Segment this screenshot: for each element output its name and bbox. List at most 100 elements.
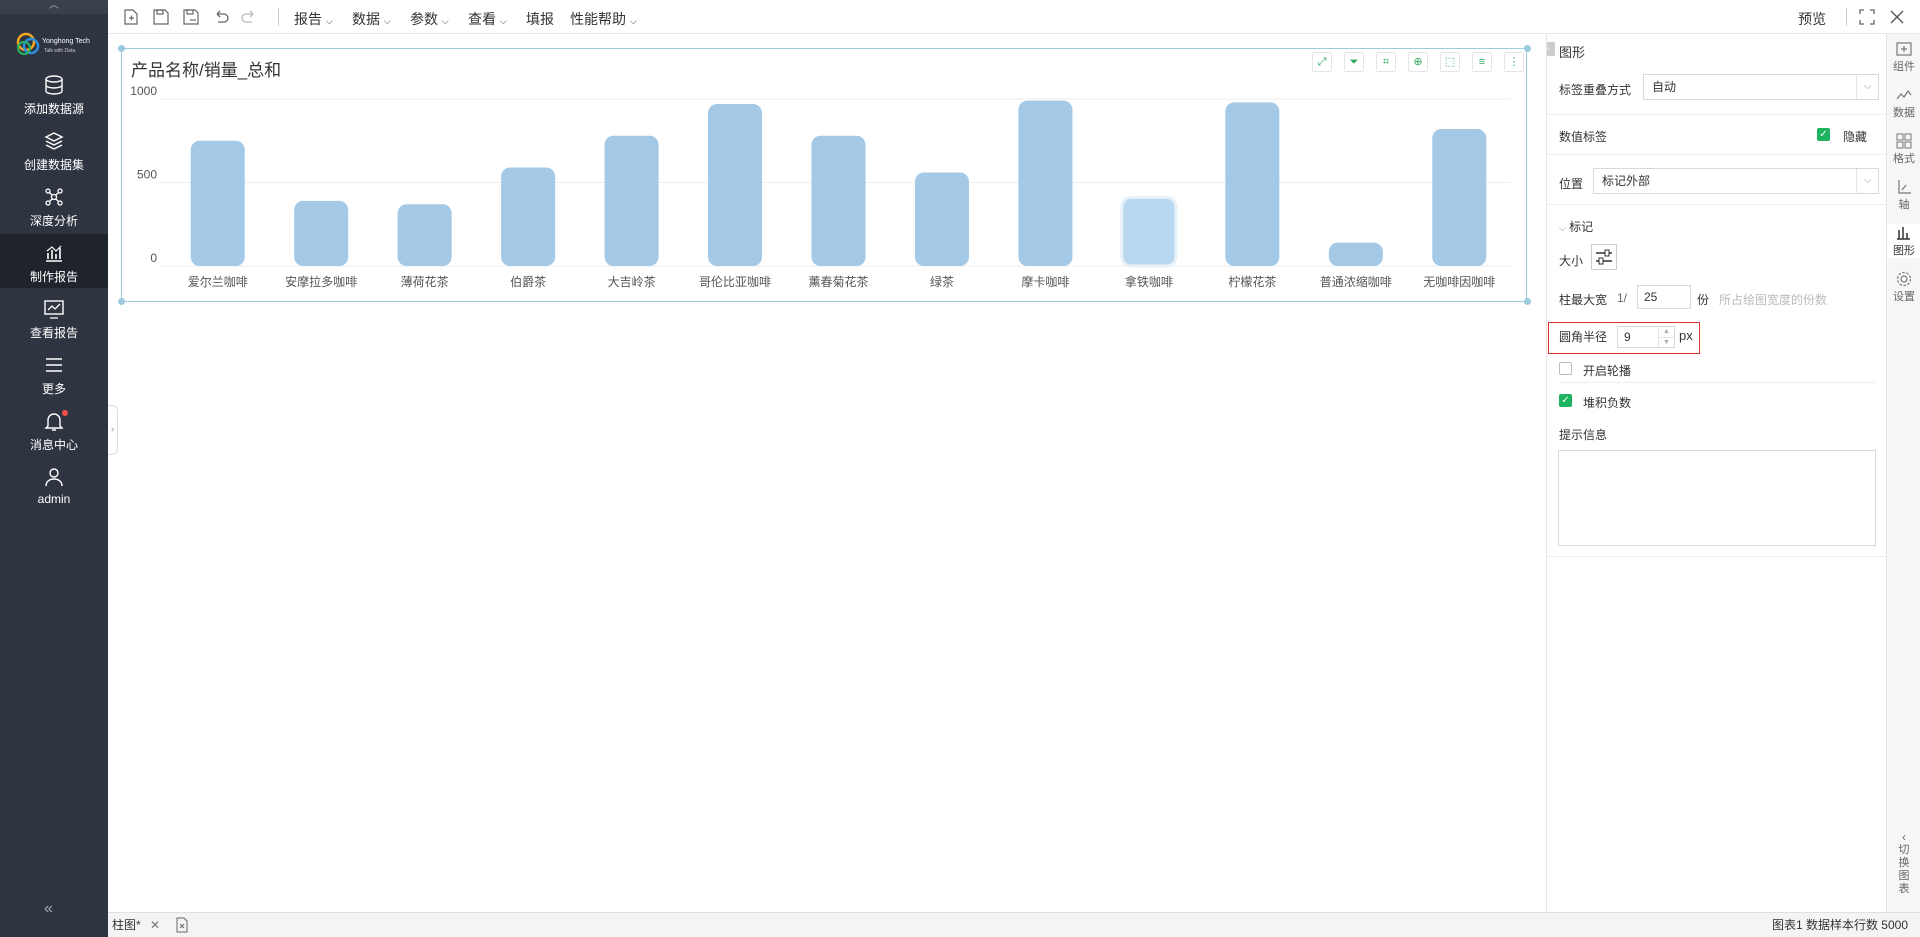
stack-negative-checkbox[interactable]: ✓	[1559, 394, 1572, 407]
nav-create-dataset[interactable]: 创建数据集	[0, 122, 108, 176]
bar[interactable]	[1432, 129, 1487, 266]
nav-label: 添加数据源	[23, 102, 84, 116]
x-tick-label: 柠檬花茶	[1228, 274, 1276, 289]
bar[interactable]	[190, 140, 245, 266]
tooltip-textarea[interactable]	[1558, 450, 1876, 546]
nav-label: 查看报告	[29, 326, 78, 340]
nav-more[interactable]: 更多	[0, 346, 108, 400]
carousel-checkbox[interactable]	[1559, 362, 1572, 375]
zoom-icon[interactable]: ⊕	[1408, 52, 1428, 72]
right-rail: 组件 数据 格式 轴 图形 设置 ‹ 切换图表	[1886, 34, 1920, 912]
more-options-icon[interactable]: ⋮	[1504, 52, 1524, 72]
grid-icon	[1896, 133, 1912, 149]
bar[interactable]	[708, 104, 763, 266]
list-icon[interactable]: ≡	[1472, 52, 1492, 72]
resize-handle[interactable]	[1524, 298, 1531, 305]
label-overlap-label: 标签重叠方式	[1559, 83, 1632, 97]
label-overlap-select[interactable]: 自动 ⌵	[1643, 74, 1879, 100]
bar[interactable]	[604, 135, 659, 266]
rail-settings[interactable]: 设置	[1887, 270, 1920, 304]
chevron-down-icon: ⌵	[383, 16, 391, 26]
collapse-marker-icon[interactable]: ›	[1547, 42, 1555, 56]
line-chart-icon	[1896, 89, 1912, 100]
bar[interactable]	[811, 135, 866, 266]
nav-message-center[interactable]: 消息中心	[0, 402, 108, 456]
nav-deep-analysis[interactable]: 深度分析	[0, 178, 108, 232]
size-slider-button[interactable]	[1591, 244, 1617, 270]
bar[interactable]	[294, 200, 349, 266]
rail-component[interactable]: 组件	[1887, 40, 1920, 74]
bar[interactable]	[501, 167, 556, 266]
hide-value-label-checkbox[interactable]: ✓	[1817, 128, 1830, 141]
x-tick-label: 安摩拉多咖啡	[285, 274, 357, 289]
marker-section-toggle[interactable]: ⌵ 标记	[1559, 218, 1593, 235]
rail-data[interactable]: 数据	[1887, 86, 1920, 120]
nav-user[interactable]: admin	[0, 458, 108, 512]
filter-icon[interactable]: ⏷	[1344, 52, 1364, 72]
nav-add-datasource[interactable]: 添加数据源	[0, 66, 108, 120]
menu-view[interactable]: 查看 ⌵	[468, 9, 507, 29]
menu-fill[interactable]: 填报	[526, 9, 554, 29]
collapse-sidebar-icon[interactable]: «	[44, 900, 53, 918]
bar[interactable]	[1120, 196, 1178, 268]
redo-icon[interactable]	[240, 8, 258, 26]
position-select[interactable]: 标记外部 ⌵	[1593, 168, 1879, 194]
nav-view-report[interactable]: 查看报告	[0, 290, 108, 344]
status-info: 图表1 数据样本行数 5000	[1771, 918, 1908, 932]
nav-label: 深度分析	[29, 214, 78, 228]
expand-panel-icon[interactable]: ›	[108, 405, 118, 455]
rail-label: 图形	[1893, 245, 1915, 257]
new-report-icon[interactable]	[122, 8, 140, 26]
preview-button[interactable]: 预览	[1798, 9, 1826, 29]
resize-handle[interactable]	[118, 45, 125, 52]
nav-make-report[interactable]: 制作报告	[0, 234, 108, 288]
crop-icon[interactable]: ⌗	[1376, 52, 1396, 72]
menu-label: 查看	[468, 11, 496, 27]
undo-icon[interactable]	[212, 8, 230, 26]
close-tab-icon[interactable]: ✕	[150, 918, 160, 932]
menu-params[interactable]: 参数 ⌵	[410, 9, 449, 29]
fullscreen-icon[interactable]	[1858, 8, 1876, 26]
menu-help[interactable]: 性能帮助 ⌵	[570, 9, 637, 29]
select-icon[interactable]: ⬚	[1440, 52, 1460, 72]
report-tab[interactable]: 柱图* ✕	[112, 913, 160, 937]
switch-chart-button[interactable]: ‹ 切换图表	[1887, 830, 1920, 896]
close-icon[interactable]	[1888, 8, 1906, 26]
layers-icon	[44, 132, 64, 150]
select-value: 标记外部	[1602, 174, 1651, 188]
rail-graphic[interactable]: 图形	[1887, 224, 1920, 258]
database-icon	[45, 75, 63, 95]
x-tick-label: 薰春菊花茶	[808, 274, 868, 289]
menu-data[interactable]: 数据 ⌵	[352, 9, 391, 29]
bar-chart-icon	[1897, 227, 1910, 240]
chevron-down-icon: ⌵	[1559, 223, 1566, 233]
section-title: 图形	[1559, 45, 1586, 60]
bar-max-width-hint: 所占绘图宽度的份数	[1719, 293, 1828, 307]
nav-label: 消息中心	[29, 438, 78, 452]
rail-axis[interactable]: 轴	[1887, 178, 1920, 212]
bar[interactable]	[914, 172, 969, 266]
chevron-down-icon: ⌵	[441, 16, 449, 26]
nav-label: 创建数据集	[23, 158, 84, 172]
bar[interactable]	[1018, 100, 1073, 266]
save-icon[interactable]	[152, 8, 170, 26]
bar-chart: 1000 500 0 爱尔兰咖啡 安摩拉多咖啡 薄荷花茶 伯爵茶 大吉岭茶 哥伦比亚咖啡 薰春菊花…	[130, 84, 1511, 289]
menu-label: 数据	[352, 11, 380, 27]
rail-format[interactable]: 格式	[1887, 132, 1920, 166]
bar-max-width-input[interactable]: 25	[1637, 285, 1691, 309]
divider	[1559, 382, 1875, 383]
bar[interactable]	[1328, 242, 1383, 266]
rail-label: 组件	[1893, 61, 1915, 73]
resize-handle[interactable]	[118, 298, 125, 305]
expand-chart-icon[interactable]: ⤢	[1312, 52, 1332, 72]
bar[interactable]	[397, 204, 452, 266]
bar[interactable]	[1225, 102, 1280, 266]
add-sheet-icon[interactable]	[174, 917, 190, 933]
resize-handle[interactable]	[1524, 45, 1531, 52]
select-value: 自动	[1652, 80, 1677, 94]
collapse-up-icon[interactable]: ︿	[0, 0, 108, 14]
menu-report[interactable]: 报告 ⌵	[294, 9, 333, 29]
menu-label: 报告	[294, 11, 322, 27]
save-as-icon[interactable]	[182, 8, 200, 26]
bar-max-width-prefix: 1/	[1617, 291, 1628, 305]
